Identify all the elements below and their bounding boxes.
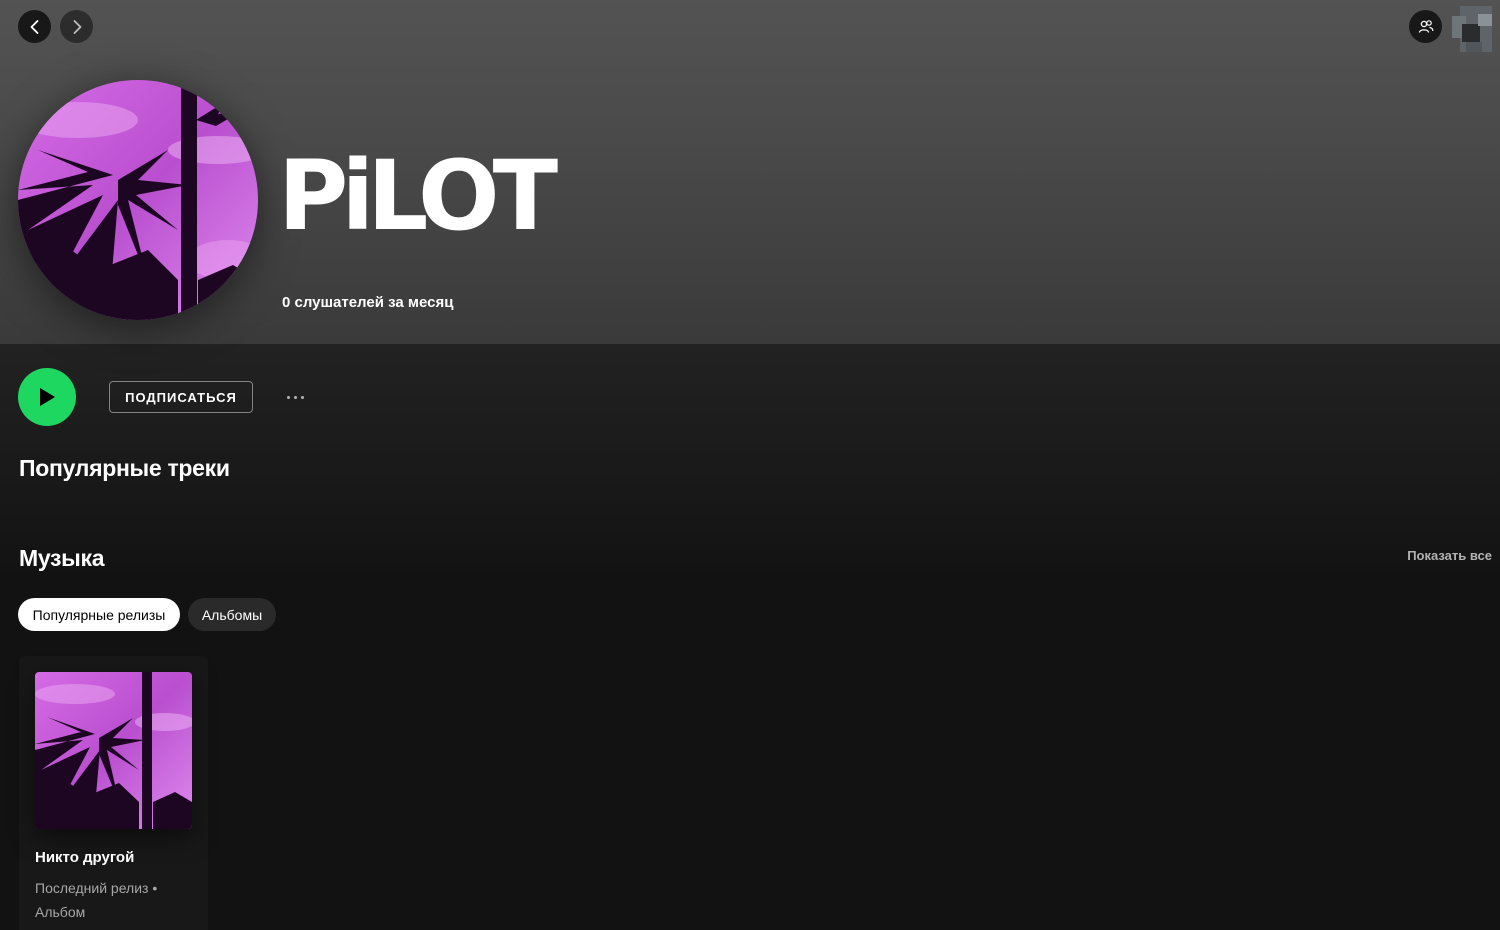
follow-button[interactable]: ПОДПИСАТЬСЯ [109,381,253,413]
filter-chip-albums[interactable]: Альбомы [188,598,276,631]
friends-activity-button[interactable] [1409,10,1442,43]
back-button[interactable] [18,10,51,43]
artist-image [18,80,258,320]
play-icon [40,388,55,406]
palm-silhouette-image [18,80,258,320]
user-avatar[interactable] [1452,6,1492,52]
popular-tracks-heading: Популярные треки [19,455,230,481]
artist-name: PiLOT [278,140,558,252]
play-button[interactable] [18,368,76,426]
cover-image [35,672,192,829]
release-cover [35,672,192,829]
more-dot [293,395,297,399]
more-dot [300,395,304,399]
chevron-left-icon [30,19,38,34]
release-title: Никто другой [35,849,135,866]
more-options-button[interactable] [279,387,311,407]
filter-chip-popular-releases[interactable]: Популярные релизы [18,598,180,631]
music-heading: Музыка [19,545,105,571]
show-all-link[interactable]: Показать все [1407,548,1492,563]
friends-activity-icon [1418,19,1433,33]
chevron-right-icon [73,19,81,34]
more-dots-icon [286,395,290,399]
monthly-listeners: 0 слушателей за месяц [282,294,454,311]
release-card[interactable]: Никто другой Последний релиз • Альбом [19,656,208,930]
artist-page: PiLOT 0 слушателей за месяц ПОДПИСАТЬСЯ … [0,0,1500,930]
forward-button[interactable] [60,10,93,43]
release-subtitle: Последний релиз • Альбом [35,880,158,920]
